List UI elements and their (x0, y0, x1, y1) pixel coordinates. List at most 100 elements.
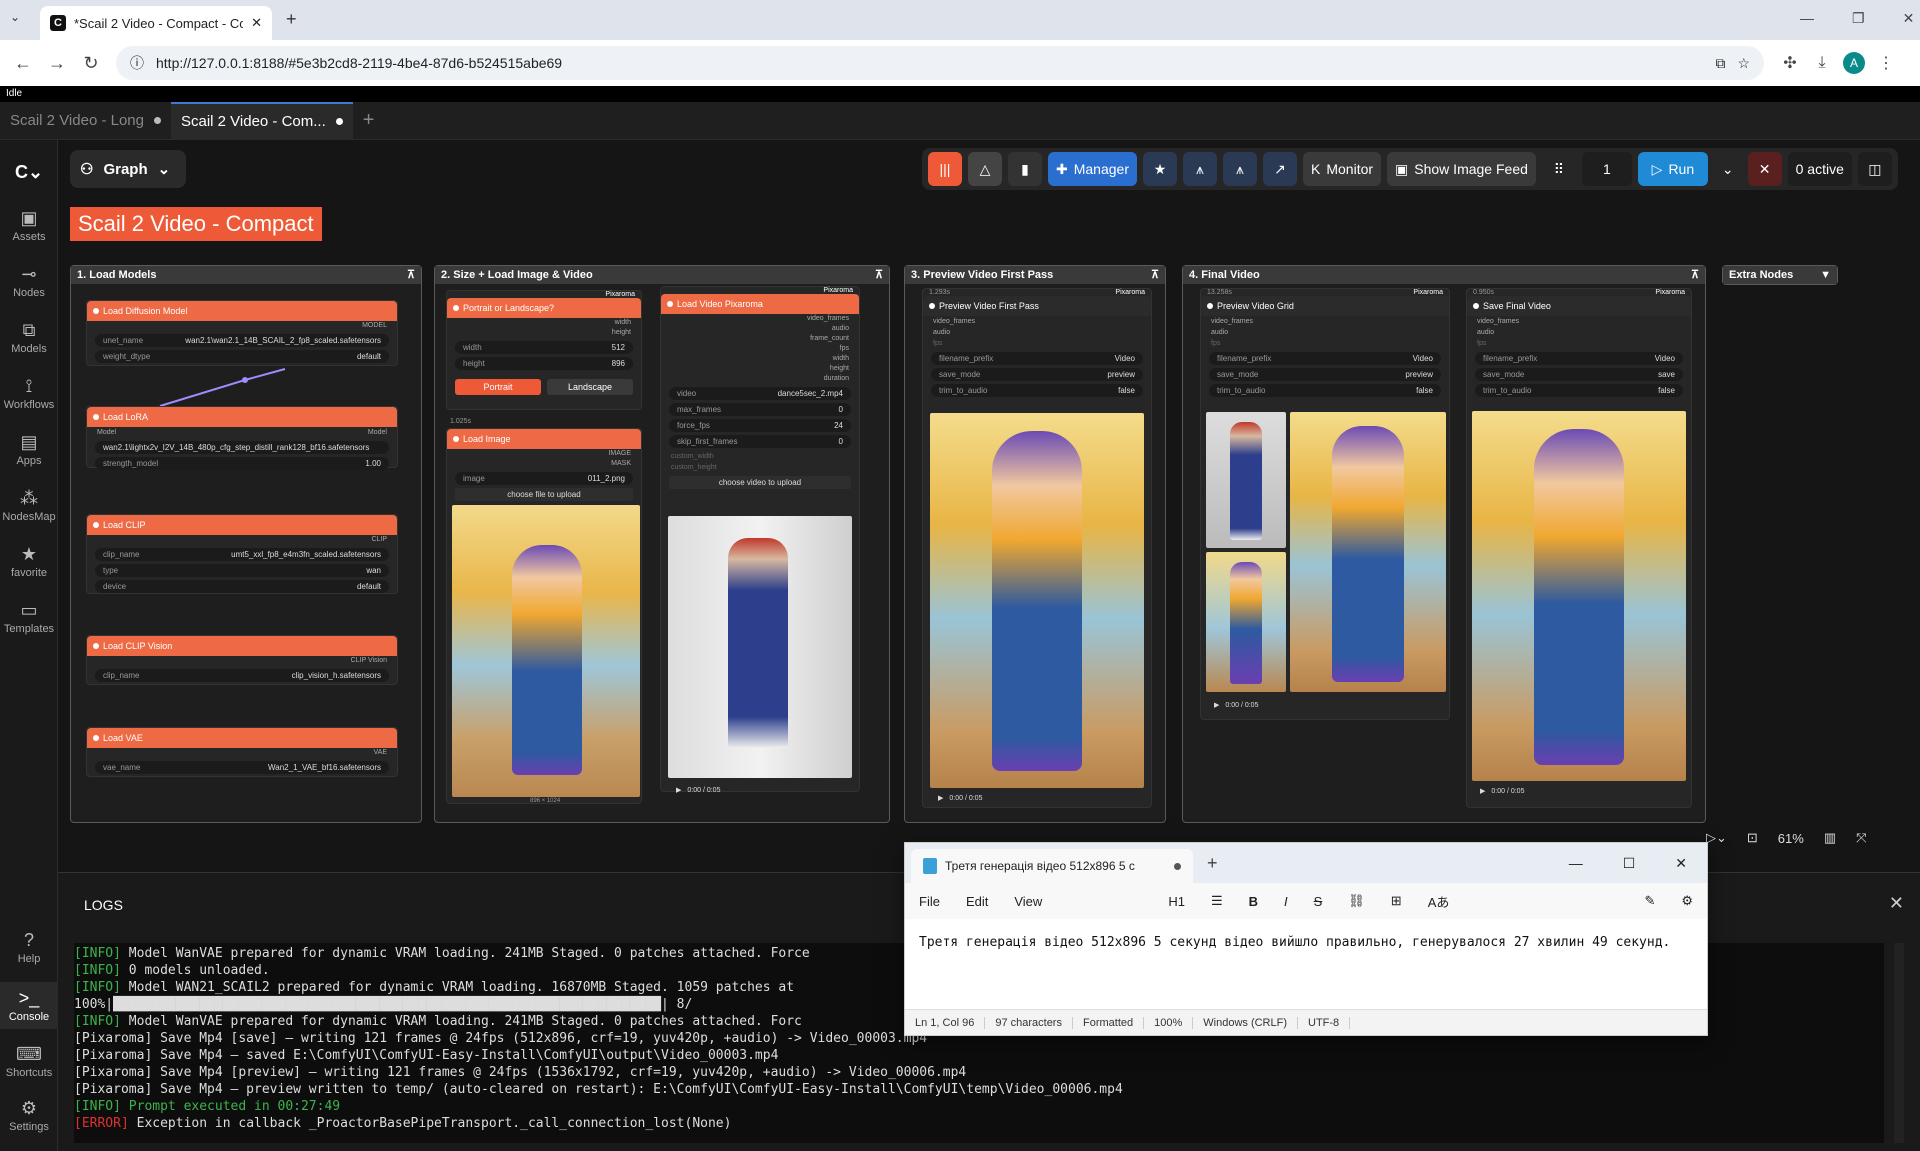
sidebar-item-favorite[interactable]: ★ favorite (0, 544, 58, 579)
run-button[interactable]: ▷ Run (1637, 152, 1708, 186)
widget-vae-name[interactable]: vae_name Wan2_1_VAE_bf16.safetensors (95, 761, 389, 774)
sidebar-item-templates[interactable]: ▭ Templates (0, 600, 58, 635)
widget-save-mode[interactable]: save_mode preview (1209, 368, 1441, 381)
landscape-button[interactable]: Landscape (547, 379, 633, 395)
group-menu-icon[interactable]: ⊼ (407, 266, 415, 284)
bookmark-star-icon[interactable]: ☆ (1737, 55, 1750, 72)
collapse-icon[interactable]: ▼ (1820, 266, 1831, 284)
video-player-controls[interactable]: ▶ 0:00 / 0:05 (1472, 783, 1686, 799)
node-load-diffusion-model[interactable]: Load Diffusion Model MODEL unet_name wan2… (86, 300, 398, 366)
nodes-b-icon[interactable]: ⩚ (1223, 152, 1257, 186)
output-slot[interactable]: fps (661, 344, 859, 354)
menu-view[interactable]: View (1014, 894, 1042, 909)
close-window-icon[interactable]: ✕ (1903, 10, 1915, 27)
output-slot[interactable]: height (447, 328, 641, 338)
output-slot[interactable]: video_frames (661, 314, 859, 324)
widget-trim-to-audio[interactable]: trim_to_audio false (1209, 384, 1441, 397)
back-icon[interactable]: ← (6, 46, 40, 80)
output-slot[interactable]: MODEL (87, 321, 397, 331)
sidebar-item-apps[interactable]: ▤ Apps (0, 432, 58, 467)
output-slot[interactable]: width (447, 318, 641, 328)
output-slot[interactable]: VAE (87, 748, 397, 758)
widget-clip-name[interactable]: clip_name umt5_xxl_fp8_e4m3fn_scaled.safe… (95, 548, 389, 561)
input-slot[interactable]: video_frames (1201, 316, 1449, 327)
widget-filename-prefix[interactable]: filename_prefix Video (1475, 352, 1683, 365)
widget-filename-prefix[interactable]: filename_prefix Video (931, 352, 1143, 365)
minimize-icon[interactable]: — (1569, 855, 1583, 872)
choose-file-button[interactable]: choose file to upload (455, 488, 633, 501)
close-logs-icon[interactable]: ✕ (1889, 893, 1904, 914)
graph-menu-button[interactable]: ⚇ Graph ⌄ (70, 150, 186, 188)
install-app-icon[interactable]: ⧉ (1715, 55, 1725, 72)
restore-icon[interactable]: ❐ (1852, 10, 1865, 27)
widget-skip-first-frames[interactable]: skip_first_frames 0 (669, 435, 851, 448)
output-slot[interactable]: duration (661, 374, 859, 384)
choose-video-button[interactable]: choose video to upload (669, 476, 851, 489)
sidebar-item-settings[interactable]: ⚙ Settings (0, 1098, 58, 1133)
group-menu-icon[interactable]: ⊼ (1691, 266, 1699, 284)
bookmark-icon[interactable]: ▮ (1008, 152, 1042, 186)
output-slot[interactable]: MASK (447, 459, 641, 469)
pointer-icon[interactable]: ▷⌄ (1706, 830, 1727, 846)
group-extra-nodes[interactable]: Extra Nodes ▼ (1722, 265, 1838, 285)
group-menu-icon[interactable]: ⊼ (1151, 266, 1159, 284)
menu-file[interactable]: File (919, 894, 940, 909)
extensions-icon[interactable]: ✣ (1774, 47, 1806, 79)
list-icon[interactable]: ☰ (1211, 893, 1223, 909)
add-tab-icon[interactable]: + (353, 102, 385, 140)
profile-avatar[interactable]: A (1843, 52, 1865, 74)
spellcheck-icon[interactable]: Aあ (1428, 892, 1450, 911)
sidebar-item-console[interactable]: >_ Console (0, 982, 58, 1029)
address-bar[interactable]: ⓘ http://127.0.0.1:8188/#5e3b2cd8-2119-4… (116, 46, 1764, 80)
input-slot-custom-height[interactable]: custom_height (661, 462, 859, 473)
group-menu-icon[interactable]: ⊼ (875, 266, 883, 284)
format-mode[interactable]: Formatted (1073, 1016, 1145, 1029)
table-icon[interactable]: ⊞ (1391, 893, 1402, 909)
tab-list-icon[interactable]: ⌄ (10, 10, 20, 24)
logs-scrollbar[interactable] (1894, 943, 1904, 1143)
fit-view-icon[interactable]: ⊡ (1747, 830, 1758, 846)
portrait-button[interactable]: Portrait (455, 379, 541, 395)
video-player-controls[interactable]: ▶ 0:00 / 0:05 (930, 790, 1144, 806)
tab-scail-long[interactable]: Scail 2 Video - Long (0, 102, 171, 140)
batch-count-input[interactable]: 1 (1581, 152, 1632, 186)
sidebar-item-assets[interactable]: ▣ Assets (0, 208, 58, 243)
input-slot[interactable]: fps (923, 338, 1151, 349)
forward-icon[interactable]: → (40, 46, 74, 80)
input-slot[interactable]: audio (1467, 327, 1691, 338)
input-slot[interactable]: audio (1201, 327, 1449, 338)
tab-scail-compact[interactable]: Scail 2 Video - Com... (170, 101, 353, 140)
output-slot[interactable]: audio (661, 324, 859, 334)
manager-button[interactable]: ✚ Manager (1048, 152, 1137, 186)
widget-strength-model[interactable]: strength_model 1.00 (95, 457, 389, 470)
node-load-lora[interactable]: Load LoRA Model Model wan2.1\lightx2v_I2V… (86, 406, 398, 470)
hide-links-icon[interactable]: ⤧ (1856, 830, 1866, 846)
notepad-tab[interactable]: Третя генерація відео 512x896 5 с (911, 849, 1193, 883)
output-slot[interactable]: Model (368, 429, 387, 436)
notepad-window[interactable]: Третя генерація відео 512x896 5 с + — ☐ … (904, 842, 1708, 1036)
sidebar-item-shortcuts[interactable]: ⌨ Shortcuts (0, 1044, 58, 1079)
output-slot[interactable]: height (661, 364, 859, 374)
play-icon[interactable]: ▶ (1480, 787, 1485, 795)
play-icon[interactable]: ▶ (938, 794, 943, 802)
widget-trim-to-audio[interactable]: trim_to_audio false (931, 384, 1143, 397)
run-options-chevron-icon[interactable]: ⌄ (1714, 152, 1742, 186)
widget-force-fps[interactable]: force_fps 24 (669, 419, 851, 432)
output-slot[interactable]: IMAGE (447, 449, 641, 459)
sidebar-item-help[interactable]: ? Help (0, 930, 58, 965)
widget-device[interactable]: device default (95, 580, 389, 593)
cancel-run-icon[interactable]: ✕ (1747, 152, 1782, 186)
italic-icon[interactable]: I (1284, 894, 1288, 909)
sidebar-item-workflows[interactable]: ⟟ Workflows (0, 376, 58, 411)
close-tab-icon[interactable]: ✕ (251, 15, 262, 31)
node-load-clip-vision[interactable]: Load CLIP Vision CLIP Vision clip_name cl… (86, 635, 398, 685)
widget-save-mode[interactable]: save_mode save (1475, 368, 1683, 381)
widget-unet-name[interactable]: unet_name wan2.1\wan2.1_14B_SCAIL_2_fp8_s… (95, 334, 389, 347)
widget-max-frames[interactable]: max_frames 0 (669, 403, 851, 416)
workflow-title-note[interactable]: Scail 2 Video - Compact (70, 207, 322, 241)
widget-save-mode[interactable]: save_mode preview (931, 368, 1143, 381)
comfy-logo-icon[interactable]: C⌄ (0, 162, 58, 185)
zoom-level[interactable]: 61% (1778, 831, 1804, 846)
menu-edit[interactable]: Edit (966, 894, 988, 909)
bold-icon[interactable]: B (1249, 894, 1258, 909)
